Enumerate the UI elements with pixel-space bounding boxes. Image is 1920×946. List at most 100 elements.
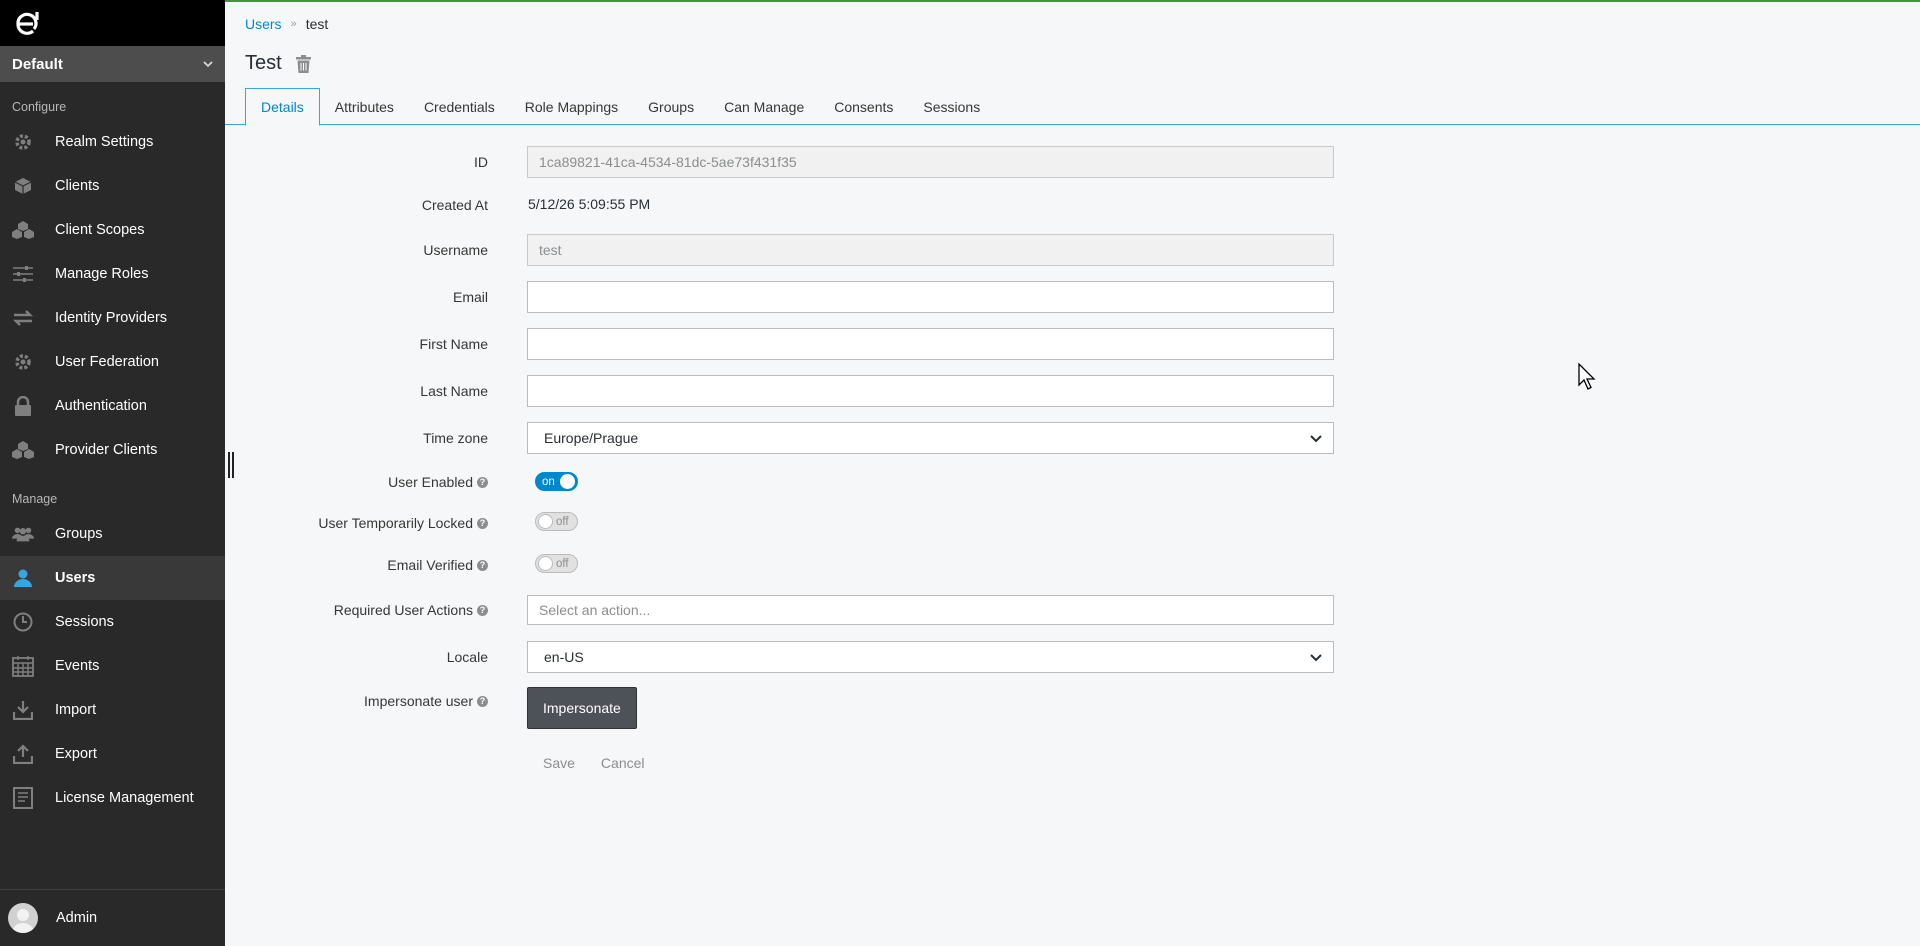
sidebar-item-export[interactable]: Export	[0, 732, 225, 776]
user-enabled-toggle[interactable]: on	[535, 472, 578, 491]
sliders-icon	[12, 263, 34, 285]
enabled-label: User Enabled?	[225, 474, 488, 490]
trash-icon[interactable]	[295, 54, 311, 73]
help-icon[interactable]: ?	[477, 604, 488, 616]
timezone-select[interactable]: Europe/Prague	[527, 422, 1334, 454]
sidebar-item-license-management[interactable]: License Management	[0, 776, 225, 820]
last-name-field[interactable]	[527, 375, 1334, 407]
gear-icon	[12, 351, 34, 373]
first-name-label: First Name	[225, 336, 488, 352]
username-label-text: Username	[423, 242, 488, 258]
breadcrumb: Users » test	[245, 16, 328, 32]
tab-attributes[interactable]: Attributes	[320, 88, 409, 125]
calendar-icon	[12, 655, 34, 677]
tab-sessions[interactable]: Sessions	[908, 88, 995, 125]
impersonate-button[interactable]: Impersonate	[527, 687, 637, 729]
configure-section-label: Configure	[12, 100, 67, 114]
email-field-wrap	[527, 281, 1334, 313]
realm-selector[interactable]: Default	[0, 46, 225, 82]
save-button[interactable]: Save	[530, 755, 588, 771]
first-name-field[interactable]	[527, 328, 1334, 360]
clock-icon	[12, 611, 34, 633]
last-name-label: Last Name	[225, 383, 488, 399]
help-icon[interactable]: ?	[477, 517, 488, 529]
tab-role-mappings[interactable]: Role Mappings	[510, 88, 633, 125]
sidebar-item-identity-providers[interactable]: Identity Providers	[0, 296, 225, 340]
actions-select-wrap: Select an action...	[527, 595, 1334, 625]
id-field[interactable]: 1ca89821-41ca-4534-81dc-5ae73f431f35	[527, 146, 1334, 178]
cancel-button[interactable]: Cancel	[588, 755, 658, 771]
locked-label: User Temporarily Locked?	[225, 515, 488, 531]
sidebar-item-label: Manage Roles	[55, 266, 149, 282]
logo-icon[interactable]	[12, 7, 44, 39]
sidebar-item-import[interactable]: Import	[0, 688, 225, 732]
sidebar-item-sessions[interactable]: Sessions	[0, 600, 225, 644]
email-field[interactable]	[527, 281, 1334, 313]
tab-credentials[interactable]: Credentials	[409, 88, 510, 125]
sidebar-item-client-scopes[interactable]: Client Scopes	[0, 208, 225, 252]
toggle-state-text: off	[556, 515, 569, 528]
locale-label: Locale	[225, 649, 488, 665]
sidebar-item-label: Realm Settings	[55, 134, 154, 150]
first-name-label-text: First Name	[419, 336, 488, 352]
sidebar-item-label: Provider Clients	[55, 442, 158, 458]
sidebar-item-manage-roles[interactable]: Manage Roles	[0, 252, 225, 296]
sidebar-item-user-federation[interactable]: User Federation	[0, 340, 225, 384]
form-row-verified: Email Verified?	[225, 555, 1345, 575]
locale-select[interactable]: en-US	[527, 641, 1334, 673]
avatar	[8, 903, 38, 933]
gear-icon	[12, 131, 34, 153]
sidebar-item-label: Groups	[55, 526, 103, 542]
created-value: 5/12/26 5:09:55 PM	[528, 196, 651, 212]
tab-consents[interactable]: Consents	[819, 88, 908, 125]
manage-section-label: Manage	[12, 492, 58, 506]
exchange-icon	[12, 307, 34, 329]
tab-details[interactable]: Details	[245, 88, 320, 126]
form-row-enabled: User Enabled?	[225, 472, 1345, 492]
required-actions-select[interactable]: Select an action...	[527, 595, 1334, 625]
username-field-wrap: test	[527, 234, 1334, 266]
actions-label: Required User Actions?	[225, 602, 488, 618]
username-field[interactable]: test	[527, 234, 1334, 266]
locked-toggle-wrap: off	[535, 512, 578, 531]
breadcrumb-current: test	[305, 16, 329, 32]
sidebar-item-groups[interactable]: Groups	[0, 512, 225, 556]
top-bar	[0, 0, 225, 46]
sidebar-item-label: Sessions	[55, 614, 114, 630]
timezone-label-text: Time zone	[423, 430, 488, 446]
form-row-locked: User Temporarily Locked?	[225, 513, 1345, 533]
help-icon[interactable]: ?	[477, 695, 488, 707]
breadcrumb-separator-icon: »	[290, 18, 297, 30]
page-title: Test	[245, 52, 311, 75]
sidebar-item-realm-settings[interactable]: Realm Settings	[0, 120, 225, 164]
sidebar-item-users[interactable]: Users	[0, 556, 225, 600]
email-label-text: Email	[452, 289, 488, 305]
id-label: ID	[225, 154, 488, 170]
user-locked-toggle[interactable]: off	[535, 512, 578, 531]
email-verified-toggle[interactable]: off	[535, 554, 578, 573]
tab-groups[interactable]: Groups	[633, 88, 709, 125]
sidebar-item-label: Export	[55, 746, 97, 762]
sidebar-item-authentication[interactable]: Authentication	[0, 384, 225, 428]
help-icon[interactable]: ?	[477, 476, 488, 488]
email-label: Email	[225, 289, 488, 305]
timezone-label: Time zone	[225, 430, 488, 446]
locale-select-wrap: en-US	[527, 641, 1334, 673]
last-name-label-text: Last Name	[420, 383, 488, 399]
sidebar-item-label: Events	[55, 658, 100, 674]
help-icon[interactable]: ?	[477, 559, 488, 571]
tab-bar: Details Attributes Credentials Role Mapp…	[225, 88, 1920, 126]
verified-label: Email Verified?	[225, 557, 488, 573]
id-field-wrap: 1ca89821-41ca-4534-81dc-5ae73f431f35	[527, 146, 1334, 178]
sidebar-item-clients[interactable]: Clients	[0, 164, 225, 208]
last-name-field-wrap	[527, 375, 1334, 407]
sidebar-item-provider-clients[interactable]: Provider Clients	[0, 428, 225, 472]
sidebar-item-events[interactable]: Events	[0, 644, 225, 688]
breadcrumb-users-link[interactable]: Users	[245, 16, 282, 32]
locale-label-text: Locale	[446, 649, 488, 665]
created-label-text: Created At	[421, 197, 488, 213]
sidebar-item-label: User Federation	[55, 354, 159, 370]
toggle-state-text: off	[556, 557, 569, 570]
user-menu[interactable]: Admin	[0, 889, 225, 946]
tab-can-manage[interactable]: Can Manage	[709, 88, 819, 125]
